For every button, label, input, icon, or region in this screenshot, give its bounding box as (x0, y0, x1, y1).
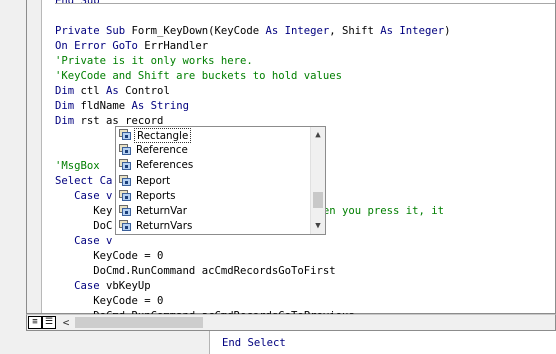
autocomplete-list[interactable]: ▲ ▼ Rectangle Reference References Report Re… (115, 126, 326, 235)
code-line[interactable]: Case v (55, 234, 555, 249)
code-keyword: As Integer (380, 25, 445, 37)
class-module-icon (119, 189, 132, 202)
code-text: DoC (55, 220, 113, 232)
autocomplete-item-label: Reference (136, 144, 188, 157)
code-text: KeyCode = 0 (55, 295, 164, 307)
autocomplete-item-label: Report (136, 174, 171, 187)
code-text: Key (55, 205, 113, 217)
scroll-down-arrow[interactable]: ▼ (311, 219, 325, 233)
autocomplete-item[interactable]: Reports (116, 189, 311, 204)
code-keyword: As String (131, 100, 189, 112)
class-module-icon (119, 159, 132, 171)
autocomplete-scroll-thumb[interactable] (313, 192, 323, 208)
code-line[interactable]: 'Private is it only works here. (55, 54, 555, 69)
code-keyword: Dim (55, 85, 81, 97)
code-line[interactable]: Private Sub Form_KeyDown(KeyCode As Inte… (55, 24, 555, 39)
code-line[interactable]: Dim ctl As Control (55, 84, 555, 99)
procedure-view-button[interactable]: ≡ (28, 316, 42, 329)
code-line[interactable]: 'KeyCode and Shift are buckets to hold v… (55, 69, 555, 84)
horizontal-scrollbar[interactable]: ≡ ☰ < (26, 314, 556, 331)
code-text: , Shift (329, 25, 381, 37)
code-line[interactable]: Dim fldName As String (55, 99, 555, 114)
class-module-icon (119, 174, 132, 187)
code-text: Control (125, 85, 170, 97)
autocomplete-item-label: References (136, 159, 194, 172)
scroll-thumb[interactable] (75, 317, 203, 328)
code-comment: 'KeyCode and Shift are buckets to hold v… (55, 70, 343, 82)
class-module-icon (119, 144, 132, 156)
code-line[interactable]: DoCmd.RunCommand acCmdRecordsGoToFirst (55, 264, 555, 279)
code-keyword: As (106, 85, 126, 97)
autocomplete-scrollbar[interactable]: ▲ ▼ (310, 127, 325, 234)
autocomplete-item[interactable]: Report (116, 174, 311, 189)
code-comment: 'MsgBox (55, 160, 107, 172)
autocomplete-item[interactable]: References (116, 158, 311, 173)
class-module-icon (119, 205, 132, 217)
code-comment: 'Private is it only works here. (55, 55, 253, 67)
code-keyword: On Error GoTo (55, 40, 145, 52)
code-text: Form_KeyDown(KeyCode (131, 25, 266, 37)
autocomplete-item-label: ReturnVar (136, 205, 187, 217)
code-keyword: Dim (55, 100, 81, 112)
code-text: DoCmd.RunCommand acCmdRecordsGoToFirst (55, 265, 336, 277)
scroll-left-arrow[interactable]: < (59, 315, 73, 330)
code-line[interactable]: On Error GoTo ErrHandler (55, 39, 555, 54)
code-keyword: Select Ca (55, 175, 113, 187)
code-line[interactable]: End Sub (55, 0, 555, 9)
code-line[interactable]: KeyCode = 0 (55, 294, 555, 309)
autocomplete-item[interactable]: Reference (116, 143, 311, 158)
code-keyword: Private Sub (55, 25, 132, 37)
code-line[interactable] (55, 9, 555, 24)
code-keyword: Dim (55, 115, 81, 127)
code-line[interactable]: Case vbKeyUp (55, 279, 555, 294)
code-text: KeyCode = 0 (55, 250, 164, 262)
code-text: ctl (80, 85, 107, 97)
code-text: fldName (80, 100, 132, 112)
scroll-up-arrow[interactable]: ▲ (311, 128, 325, 142)
code-text: ) (444, 25, 451, 37)
code-text: ErrHandler (144, 40, 209, 52)
code-keyword: As Integer (265, 25, 330, 37)
autocomplete-item-label: Reports (136, 189, 176, 202)
full-module-view-button[interactable]: ☰ (42, 316, 56, 329)
autocomplete-item[interactable]: ReturnVar (116, 204, 311, 219)
class-module-icon (119, 220, 132, 232)
class-module-icon (119, 129, 132, 141)
autocomplete-item-label: Rectangle (134, 128, 192, 143)
code-line[interactable]: KeyCode = 0 (55, 249, 555, 264)
background-code-line: End Select (222, 337, 286, 349)
autocomplete-item[interactable]: Rectangle (116, 128, 311, 143)
margin-indicator-bar (27, 0, 42, 313)
autocomplete-item[interactable]: ReturnVars (116, 219, 311, 234)
code-keyword: Case v (55, 190, 113, 202)
code-text: vbKeyUp (106, 280, 151, 292)
code-keyword: Case (55, 280, 107, 292)
code-keyword: Case v (55, 235, 113, 247)
procedure-separator (55, 3, 555, 4)
autocomplete-item-label: ReturnVars (136, 220, 193, 233)
